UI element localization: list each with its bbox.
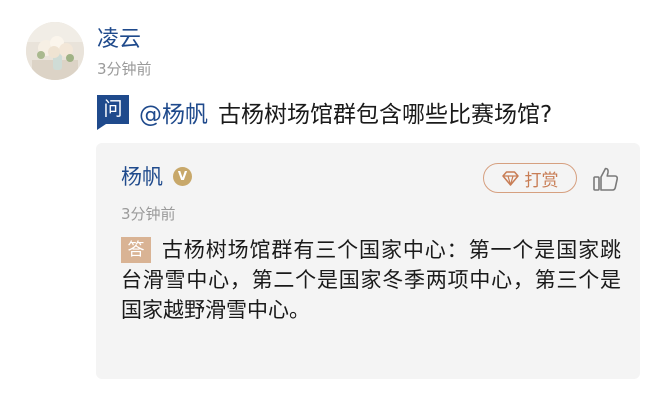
answer-card: 杨帆 V 打赏 3分钟前 答古杨树场馆群有三个国家中心：第一个是国家跳台滑雪中心…	[96, 143, 640, 379]
question-badge-label: 问	[97, 95, 129, 124]
reward-label: 打赏	[524, 170, 559, 191]
qa-post: 凌云 3分钟前 问 @杨帆 古杨树场馆群包含哪些比赛场馆? 杨帆 V 打赏 3分…	[0, 0, 666, 406]
answerer-name[interactable]: 杨帆	[121, 165, 163, 189]
question-text: 古杨树场馆群包含哪些比赛场馆?	[218, 102, 553, 128]
mention-link[interactable]: @杨帆	[139, 95, 208, 129]
asker-avatar[interactable]	[26, 22, 84, 80]
question-line: 问 @杨帆 古杨树场馆群包含哪些比赛场馆?	[97, 94, 646, 130]
verified-badge-icon: V	[173, 167, 192, 186]
asker-timestamp: 3分钟前	[97, 60, 152, 78]
answer-text: 古杨树场馆群有三个国家中心：第一个是国家跳台滑雪中心，第二个是国家冬季两项中心，…	[121, 238, 621, 322]
thumbs-up-icon[interactable]	[592, 165, 620, 193]
answer-body: 答古杨树场馆群有三个国家中心：第一个是国家跳台滑雪中心，第二个是国家冬季两项中心…	[121, 235, 621, 325]
flower-avatar-icon	[26, 22, 84, 80]
answer-badge: 答	[121, 237, 151, 263]
question-badge: 问	[97, 95, 129, 130]
question-badge-tail	[97, 124, 106, 130]
asker-name[interactable]: 凌云	[97, 28, 141, 52]
reward-button[interactable]: 打赏	[483, 163, 577, 193]
answer-timestamp: 3分钟前	[121, 205, 176, 223]
gem-icon	[501, 170, 519, 186]
